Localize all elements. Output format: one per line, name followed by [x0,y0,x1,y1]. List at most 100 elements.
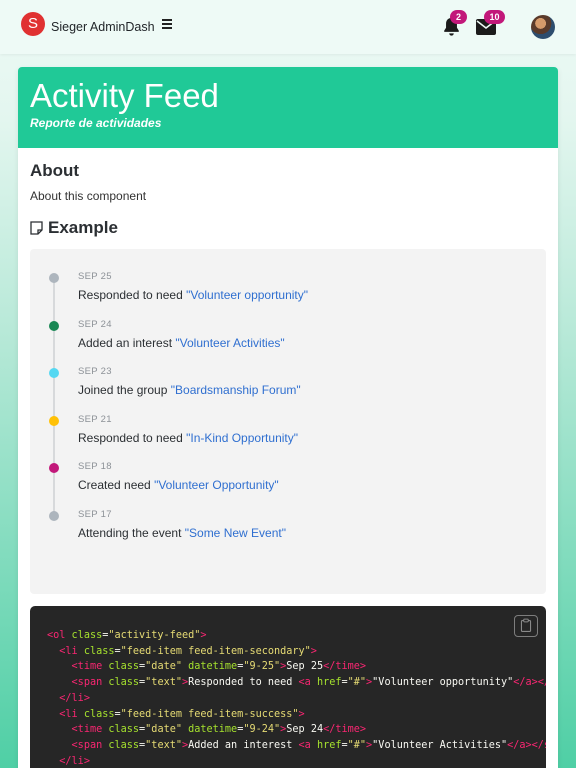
code-token: <ol [47,630,72,641]
feed-date: SEP 21 [78,413,112,425]
code-line: <li class="feed-item feed-item-secondary… [47,644,546,660]
feed-date: SEP 25 [78,271,112,282]
code-token: Sep 24 [286,724,324,736]
code-token: Responded to need [188,677,299,689]
about-text: About this component [30,189,147,203]
code-token: "date" [145,661,189,673]
code-token: "feed-item feed-item-success" [120,708,299,720]
feed-text: Attending the event "Some New Event" [78,526,286,540]
page-subtitle: Reporte de actividades [30,116,162,130]
code-token: Sep 25 [286,661,324,673]
code-line: </li> [47,691,546,707]
code-token: </time> [323,661,367,673]
code-line: <span class="text">Added an interest <a … [47,738,546,754]
code-line: <ol class="activity-feed"> [47,628,546,644]
code-token: <time [71,724,109,736]
code-token: class [71,630,103,641]
notifications-badge: 2 [450,10,467,24]
code-token: class [108,724,140,736]
feed-date: SEP 18 [78,461,112,472]
code-token: "9-25" [243,661,281,673]
code-token: </a></span> [513,677,546,689]
code-token: "#" [347,739,367,751]
code-token: <a [298,677,317,689]
code-token: class [108,677,140,689]
page-title: Activity Feed [30,77,219,114]
card-header: Activity Feed Reporte de actividades [18,67,558,148]
code-token: "text" [145,739,182,751]
about-heading: About [30,161,80,180]
feed-dot [49,273,59,283]
feed-dot [49,320,59,331]
code-token: class [83,708,115,720]
code-token: "activity-feed" [108,630,201,641]
hamburger-icon[interactable] [160,17,176,33]
code-token: <a [298,739,317,751]
activity-feed: SEP 25 Responded to need "Volunteer oppor… [30,249,546,594]
code-token: class [83,645,115,657]
code-token: class [108,739,140,751]
feed-date: SEP 17 [78,508,112,520]
top-navbar: S Sieger AdminDash 2 10 [0,0,576,54]
code-token: </a></span> [507,739,546,751]
code-token: href [316,677,342,689]
feed-link[interactable]: "Some New Event" [185,526,286,540]
code-line: </li> [47,754,546,768]
brand-name[interactable]: Sieger AdminDash [51,20,155,34]
code-token: </li> [59,692,90,704]
code-token: </li> [59,755,90,767]
feed-item: SEP 23 Joined the group "Boardsmanship Fo… [30,344,546,397]
feed-item: SEP 18 Created need "Volunteer Opportunit… [30,439,546,492]
example-heading-label: Example [48,218,118,237]
code-token: <li [59,645,84,657]
code-token: <span [71,677,109,689]
example-heading: Example [30,218,118,238]
code-content: <ol class="activity-feed"> <li class="fe… [47,628,546,768]
brand-logo[interactable]: S [21,12,45,36]
code-line: <li class="feed-item feed-item-success"> [47,707,546,723]
feed-dot [49,415,59,426]
feed-text-label: Attending the event [78,525,185,540]
code-token: datetime [188,661,238,673]
activity-feed-card: Activity Feed Reporte de actividades Abo… [18,67,558,768]
code-token: "feed-item feed-item-secondary" [120,645,311,657]
code-token: datetime [188,724,238,736]
feed-item: SEP 24 Added an interest "Volunteer Activ… [30,297,546,350]
feed-item: SEP 25 Responded to need "Volunteer oppor… [30,249,546,302]
code-token: <time [71,661,109,673]
code-token: class [108,661,140,673]
feed-date: SEP 23 [78,366,112,377]
code-token: "date" [145,724,189,736]
code-token: "Volunteer Activities" [372,739,508,751]
code-token: href [316,739,342,751]
feed-item: SEP 17 Attending the event "Some New Even… [30,487,546,540]
code-token: <li [59,708,84,720]
code-block: <ol class="activity-feed"> <li class="fe… [30,606,546,768]
feed-date: SEP 24 [78,318,112,330]
code-line: <span class="text">Responded to need <a … [47,675,546,691]
feed-dot [49,463,59,473]
code-token: > [298,708,305,720]
code-token: > [200,630,207,641]
code-line: <time class="date" datetime="9-25">Sep 2… [47,659,546,675]
code-token: <span [71,739,109,751]
code-token: "text" [145,677,182,689]
feed-dot [49,510,59,521]
code-token: "#" [347,677,367,689]
code-token: "9-24" [243,724,281,736]
code-token: </time> [323,724,367,736]
feed-dot [49,368,59,378]
code-token: "Volunteer opportunity" [372,677,514,689]
code-token: > [310,645,317,657]
messages-badge: 10 [484,10,505,24]
user-avatar[interactable] [531,15,555,39]
code-line: <time class="date" datetime="9-24">Sep 2… [47,722,546,738]
